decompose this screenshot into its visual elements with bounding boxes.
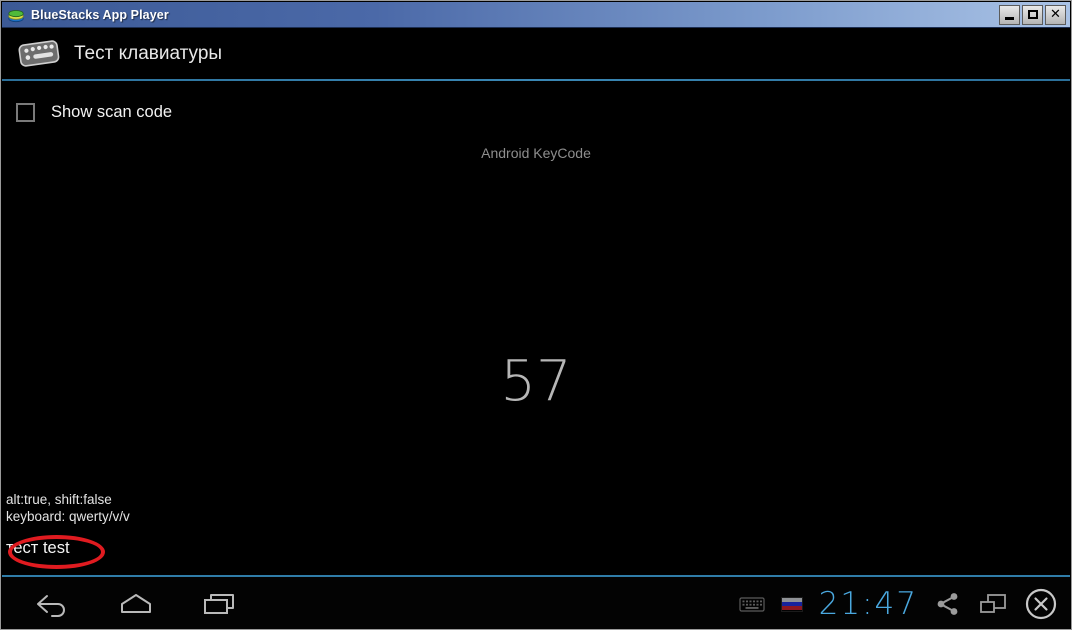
close-circle-icon[interactable] xyxy=(1024,587,1058,621)
minimize-button[interactable] xyxy=(999,4,1020,25)
show-scan-code-checkbox[interactable] xyxy=(16,103,35,122)
keycode-label: Android KeyCode xyxy=(481,145,591,161)
window-titlebar[interactable]: BlueStacks App Player ✕ xyxy=(2,2,1070,28)
bluestacks-window: BlueStacks App Player ✕ Тест клавиатуры … xyxy=(0,0,1072,630)
android-navbar: 21:47 xyxy=(2,577,1070,629)
home-icon[interactable] xyxy=(116,591,156,617)
close-button[interactable]: ✕ xyxy=(1045,4,1066,25)
app-header: Тест клавиатуры xyxy=(2,29,1070,79)
russian-flag-icon[interactable] xyxy=(780,596,803,612)
show-scan-code-label: Show scan code xyxy=(51,103,173,121)
keyboard-status-line: keyboard: qwerty/v/v xyxy=(6,509,130,524)
status-lines: alt:true, shift:false keyboard: qwerty/v… xyxy=(6,491,130,525)
app-title: Тест клавиатуры xyxy=(74,43,223,64)
window-title: BlueStacks App Player xyxy=(31,7,169,22)
keyboard-icon xyxy=(16,37,62,71)
modifier-status-line: alt:true, shift:false xyxy=(6,492,112,507)
maximize-button[interactable] xyxy=(1022,4,1043,25)
app-body: Show scan code Android KeyCode 57 alt:tr… xyxy=(2,81,1070,575)
bluestacks-logo-icon xyxy=(7,6,25,24)
typed-text-display: тест test xyxy=(6,539,70,557)
navbar-right-group: 21:47 xyxy=(739,586,1070,622)
android-screen: Тест клавиатуры Show scan code Android K… xyxy=(2,29,1070,629)
keycode-value: 57 xyxy=(500,349,572,414)
resize-window-icon[interactable] xyxy=(978,591,1008,617)
clock: 21:47 xyxy=(818,586,918,622)
back-icon[interactable] xyxy=(32,591,72,617)
minimize-icon xyxy=(1005,16,1014,20)
maximize-icon xyxy=(1027,10,1038,19)
navbar-left-group xyxy=(2,591,240,617)
share-icon[interactable] xyxy=(934,591,962,617)
close-icon: ✕ xyxy=(1050,6,1061,22)
recent-apps-icon[interactable] xyxy=(200,591,240,617)
keyboard-toggle-icon[interactable] xyxy=(739,595,765,613)
window-controls: ✕ xyxy=(999,4,1070,25)
show-scan-code-row[interactable]: Show scan code xyxy=(16,103,172,122)
